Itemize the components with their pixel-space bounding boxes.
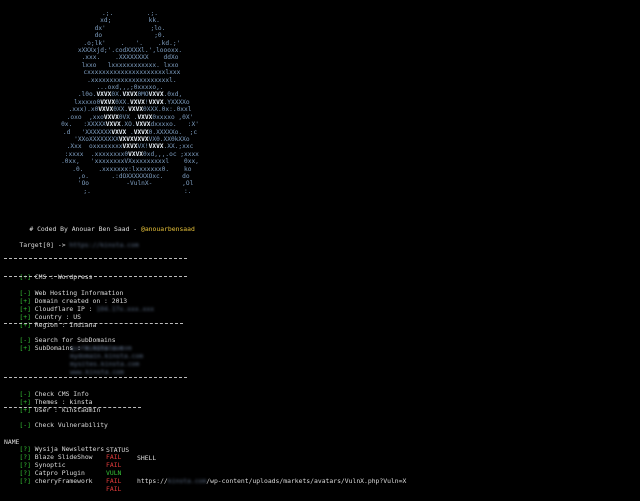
vuln-title-text: Check Vulnerability	[34, 421, 108, 429]
subdomain-item: mydomain.kinsta.com	[70, 352, 144, 360]
ascii-art-line: .oxo ,xxoVXVX0VX .VXVX0xxxxo ,0X'	[62, 113, 198, 121]
ascii-art-line: :xxxx .xxxxxxxx0VXVX0xd,,,.oc ;xxxx	[61, 150, 199, 158]
ascii-art-line: .l0o.VXVX0X.VXVX0MOVXVX.0xd,	[74, 91, 186, 99]
cloudflare-ip-value: 104.17x.xxx.xxx	[96, 305, 155, 313]
ascii-art-line: 'XXoXXXXXXXXVXVXVXVXVX0.XX0kXXo	[66, 135, 194, 143]
subdomain-item: quote.kinsta.com	[70, 344, 132, 352]
ascii-art-line: 0x. :XXXXXVXVX.XO.VXVXdxxxxo. :X'	[57, 121, 203, 129]
ascii-art-line: cxxxxxxxxxxxxxxxxxxxxxlxxx	[75, 69, 185, 77]
author-handle: @anouarbensaad	[140, 225, 195, 233]
terminal-window[interactable]: .;. .;. xd; kk. dx' ;lo. do ;0. .o;lk' .…	[0, 0, 640, 493]
separator-5	[4, 407, 141, 408]
target-url: https://kinsta.com	[69, 241, 139, 249]
ascii-art-line: dx' ;lo.	[87, 24, 173, 32]
info-marker: [-]	[19, 421, 31, 429]
separator-4	[4, 377, 187, 378]
ascii-art-line: .Xxx oxxxxxxxxVXVXVX!VXVX.XX.;xxc	[62, 143, 198, 151]
plugin-name: cherryFramework	[34, 477, 93, 485]
ascii-art-line: do ;0.	[87, 32, 173, 40]
ascii-art-line: .;. .;.	[94, 10, 166, 17]
ascii-art-line: lxxxxo0VXVX0XX.VXVX!VXVX.YXXXXo	[70, 98, 190, 106]
ascii-art-line: xd; kk.	[92, 17, 168, 25]
separator-3	[4, 323, 183, 324]
ascii-art-line: ,o. .:dOXXXXXXOxc. do	[66, 172, 194, 180]
separator-2	[4, 276, 187, 277]
vulnx-ascii-banner: .;. .;. xd; kk. dx' ;lo. do ;0. .o;lk' .…	[0, 10, 260, 195]
ok-marker: [+]	[19, 273, 31, 281]
target-line: Target[0] -> https://kinsta.com	[4, 233, 139, 257]
ascii-art-line: xXXXxjd;'.codXXXXl.',loooxx.	[77, 47, 183, 55]
ascii-art-line: .d 'XXXXXXXVXVX .VXVX0.XXXXXo. ;c	[59, 128, 201, 136]
vuln-title: [-] Check Vulnerability	[4, 413, 108, 437]
ascii-art-line: .0. .xxxxxxx:lxxxxxxx0. ko	[64, 165, 196, 173]
table-row: [?] cherryFramework FAIL	[4, 469, 424, 501]
subdomain-item: www.kinsta.com	[70, 368, 124, 376]
cms-label: CMS : Wordpress	[34, 273, 93, 281]
ascii-art-line: .0xx, 'xxxxxxxxVXxxxxxxxxxl 0xx,	[57, 158, 203, 166]
status-badge: FAIL	[106, 485, 122, 493]
unknown-marker: [?]	[19, 477, 31, 485]
ascii-art-line: ;. :.	[64, 187, 196, 195]
separator-1	[4, 258, 187, 259]
ascii-art-line: 'Oo -VulnX- ,Ol	[62, 180, 198, 188]
subdomain-item: mysites.kinsta.com	[70, 360, 140, 368]
ascii-art-line: .xxx. .XXXXXXXX ddXo	[77, 54, 183, 62]
coded-by-text: # Coded By Anouar Ben Saad -	[29, 225, 138, 233]
ascii-art-line: lxxo lxxxxxxxxxxxx. lxxo	[77, 61, 183, 69]
ascii-art-line: ...oxd,,,;0xxxxo,.	[92, 84, 168, 92]
ok-marker: [+]	[19, 344, 31, 352]
ascii-art-line: .xxxxxxxxxxxxxxxxxxxxxl.	[79, 76, 181, 84]
ascii-art-line: .xxx).x0VXVX0XX.VXVX0XXX.0x:.0xxl	[64, 106, 196, 114]
ascii-art-line: .o;lk' . '. .kd.;'	[79, 39, 181, 47]
target-label: Target[0] ->	[19, 241, 66, 249]
